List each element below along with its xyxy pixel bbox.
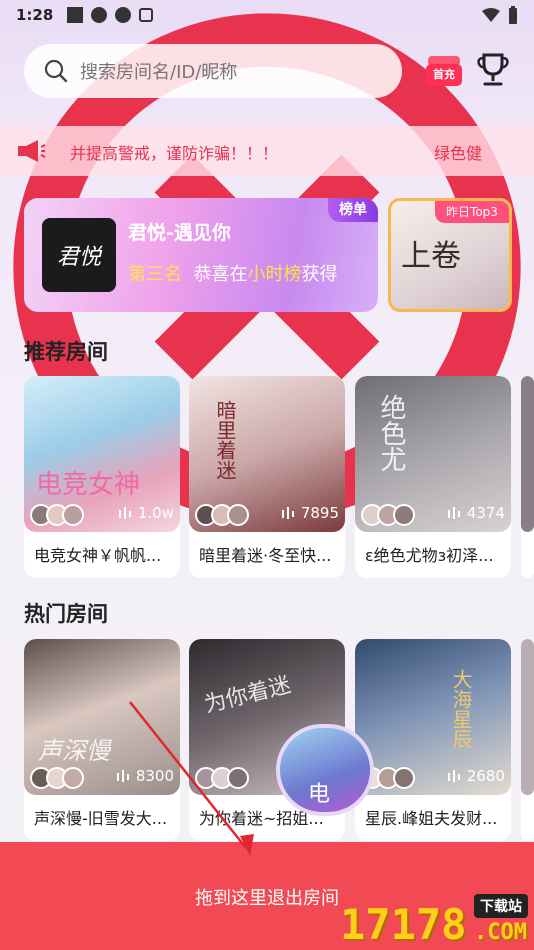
- banner-room-name: 君悦-遇见你: [128, 222, 231, 244]
- audio-bars-icon: [447, 770, 460, 782]
- room-avatar: 君悦: [42, 218, 116, 292]
- listener-count-value: 1.0w: [137, 504, 174, 522]
- board-name: 小时榜: [247, 264, 302, 285]
- floating-room-label: 电: [308, 782, 331, 807]
- audio-bars-icon: [281, 507, 294, 519]
- notification-square-icon: [67, 7, 84, 23]
- listener-avatars: [30, 504, 84, 526]
- room-name: 暗里着迷·冬至快...: [199, 546, 332, 565]
- status-right: [482, 6, 518, 24]
- listener-count-value: 4374: [466, 504, 505, 522]
- listener-count-value: 7895: [300, 504, 339, 522]
- listener-count: 1.0w: [118, 504, 174, 522]
- audio-bars-icon: [447, 507, 460, 519]
- status-bar: 1:28: [0, 0, 534, 30]
- room-cover: [521, 376, 534, 532]
- room-cover: [521, 639, 534, 795]
- search-input[interactable]: 搜索房间名/ID/昵称: [24, 44, 402, 98]
- room-cover-text: 暗里着迷: [213, 400, 237, 480]
- notification-circle-icon-2: [115, 7, 132, 23]
- room-cover-text: 大海星辰: [449, 669, 473, 749]
- battery-icon: [509, 6, 517, 24]
- ranking-badge: 榜单: [328, 198, 378, 222]
- congrats-text: 恭喜在: [193, 264, 248, 285]
- watermark-domain: .COM: [474, 920, 527, 945]
- notice-text: 并提高警戒，谨防诈骗！！！: [70, 144, 279, 163]
- ranking-banner[interactable]: 榜单 君悦 君悦-遇见你 第三名 恭喜在小时榜获得: [24, 198, 378, 312]
- search-placeholder: 搜索房间名/ID/昵称: [80, 62, 238, 83]
- listener-avatars: [195, 504, 249, 526]
- trophy-icon[interactable]: [476, 52, 510, 88]
- room-cover-text: 声深慢: [38, 737, 110, 765]
- top3-tag: 昨日Top3: [435, 201, 509, 223]
- room-card[interactable]: 电竞女神 1.0w 电竞女神￥帆帆...: [24, 376, 180, 578]
- room-name: 星辰.峰姐夫发财...: [365, 809, 498, 828]
- drag-arrow-icon: [129, 701, 254, 856]
- yesterday-top3-card[interactable]: 昨日Top3 上卷: [388, 198, 512, 312]
- room-name: 电竞女神￥帆帆...: [34, 546, 162, 565]
- listener-count: 4374: [447, 504, 505, 522]
- audio-bars-icon: [118, 507, 131, 519]
- watermark-number: 17178: [340, 900, 467, 949]
- room-name: ε绝色尤物з初泽...: [365, 546, 494, 565]
- notice-bar: 并提高警戒，谨防诈骗！！！ 绿色健: [0, 126, 534, 176]
- wifi-icon: [482, 8, 500, 22]
- section-title-hot: 热门房间: [24, 602, 108, 626]
- listener-avatars: [30, 767, 84, 789]
- suffix-text: 获得: [301, 264, 338, 285]
- room-cover-text: 电竞女神: [36, 470, 141, 500]
- first-charge-label: 首充: [426, 64, 462, 86]
- listener-count: 7895: [281, 504, 339, 522]
- exit-room-text: 拖到这里退出房间: [195, 888, 339, 909]
- room-card[interactable]: 暗里着迷 7895 暗里着迷·冬至快...: [189, 376, 345, 578]
- room-card[interactable]: 绝色尤 4374 ε绝色尤物з初泽...: [355, 376, 511, 578]
- room-card-partial[interactable]: [521, 639, 534, 841]
- listener-avatars: [361, 504, 415, 526]
- megaphone-icon: [18, 140, 46, 162]
- listener-count: 2680: [447, 767, 505, 785]
- listener-count-value: 2680: [466, 767, 505, 785]
- notification-circle-icon: [91, 7, 108, 23]
- watermark-download: 下载站: [474, 894, 528, 918]
- room-card-partial[interactable]: [521, 376, 534, 578]
- section-title-recommended: 推荐房间: [24, 340, 108, 364]
- banner-award-text: 第三名 恭喜在小时榜获得: [128, 260, 337, 286]
- floating-room-bubble[interactable]: 电: [276, 724, 374, 816]
- top3-art-text: 上卷: [401, 239, 461, 274]
- watermark-logo: 17178 下载站 .COM: [340, 890, 534, 950]
- notification-a-icon: [139, 8, 154, 22]
- notice-text-tail: 绿色健: [434, 144, 483, 163]
- room-avatar-text: 君悦: [56, 245, 101, 270]
- room-cover-text: 绝色尤: [376, 394, 406, 472]
- first-charge-button[interactable]: 首充: [424, 50, 464, 90]
- rank-label: 第三名: [128, 264, 182, 285]
- search-icon: [44, 59, 68, 83]
- status-time: 1:28: [16, 6, 54, 24]
- room-card[interactable]: 大海星辰 2680 星辰.峰姐夫发财...: [355, 639, 511, 841]
